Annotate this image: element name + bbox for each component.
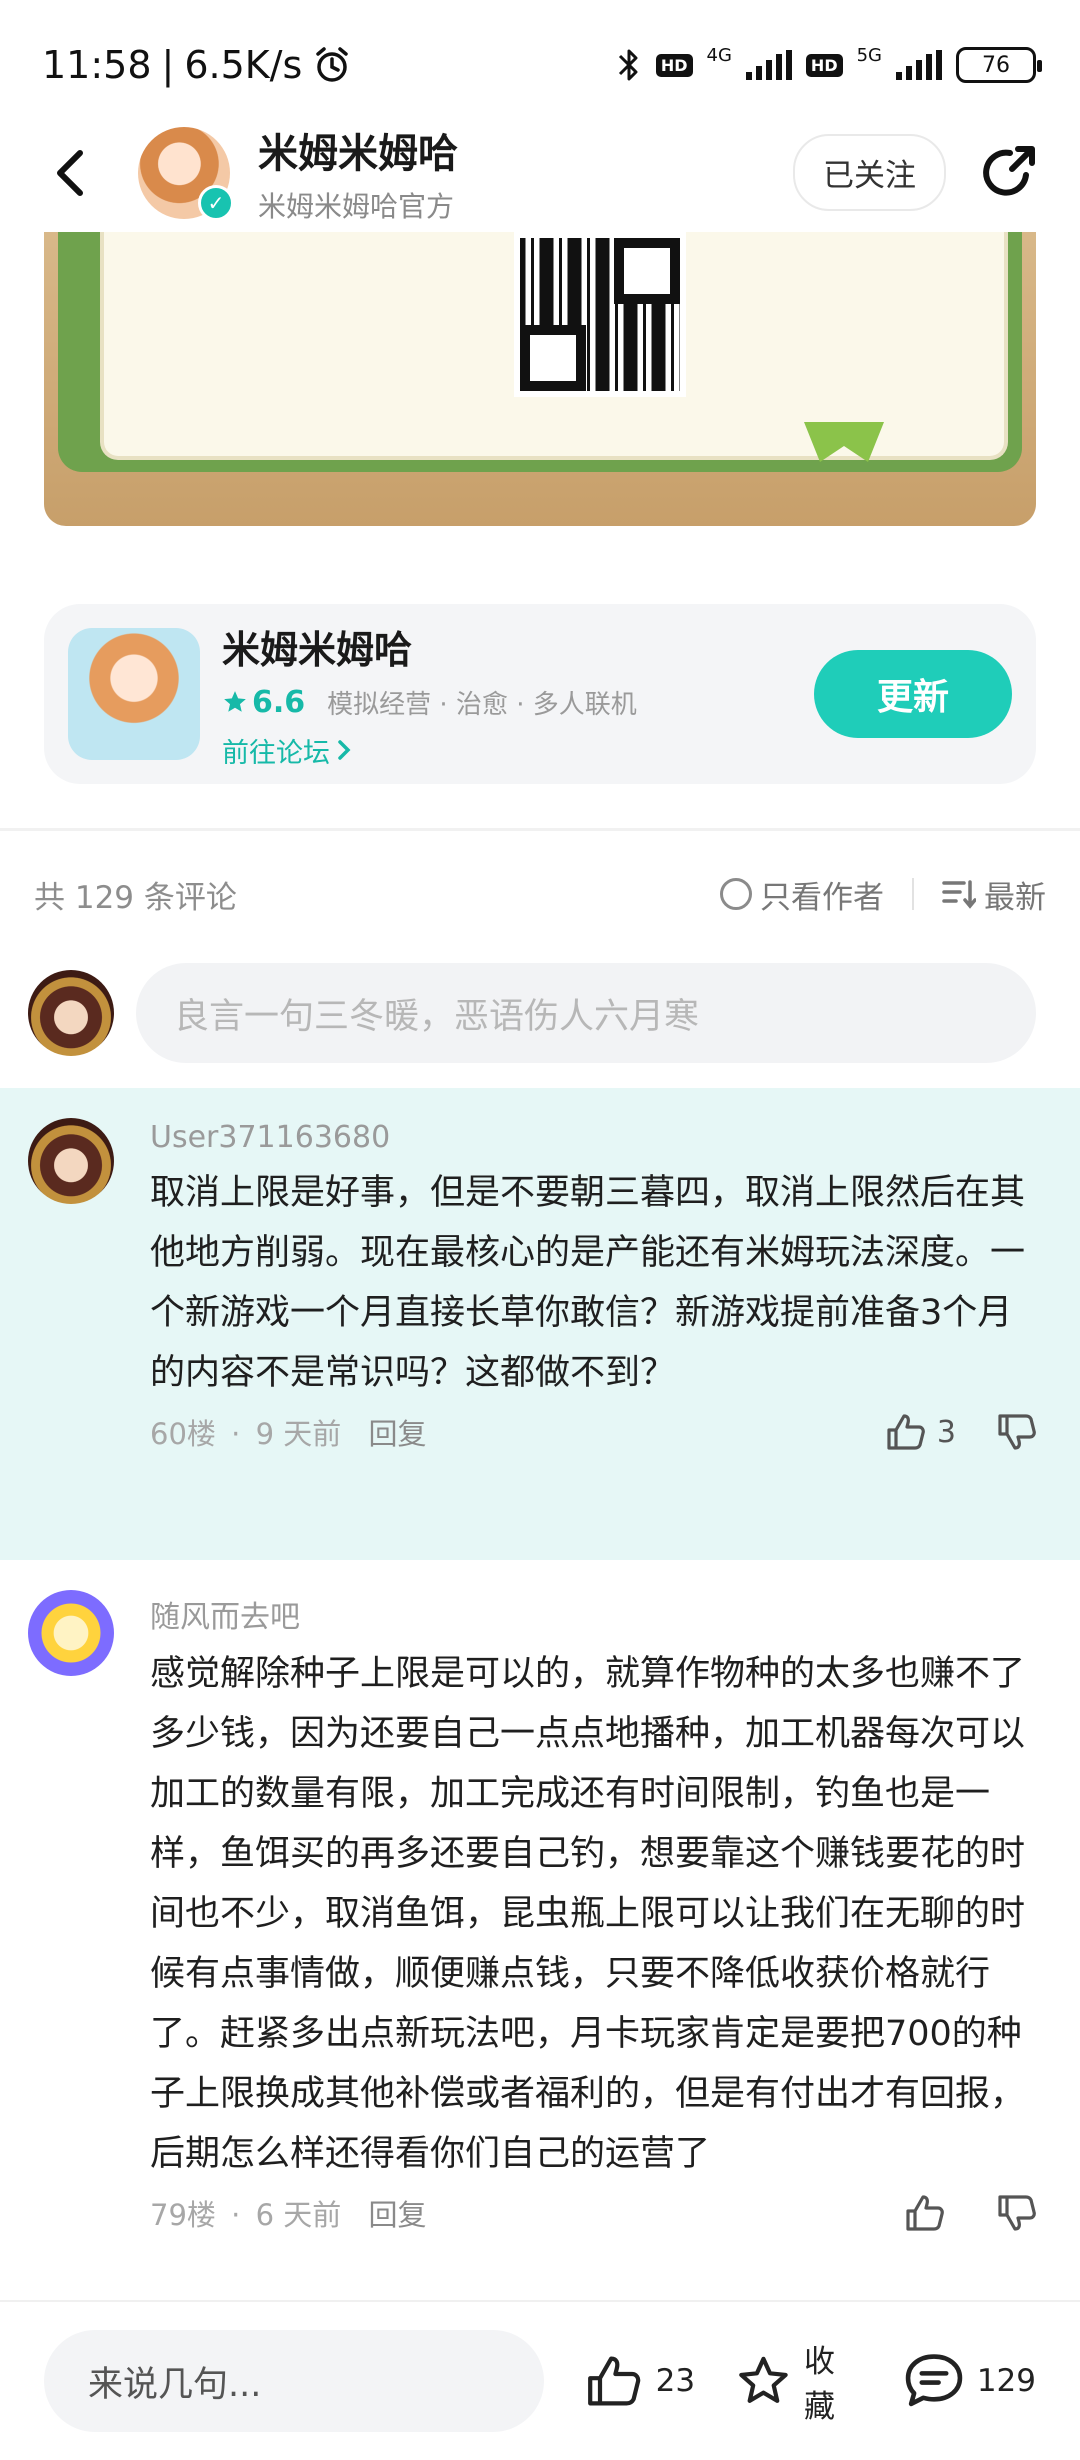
like-count: 3 <box>936 1414 956 1450</box>
filter-divider <box>912 878 914 910</box>
qr-code-image <box>514 232 686 397</box>
commenter-avatar[interactable] <box>28 1590 114 1676</box>
thumbs-up-icon <box>906 2195 944 2231</box>
author-only-toggle[interactable]: 只看作者 <box>720 872 884 917</box>
comment-floor: 79楼 <box>150 2198 216 2232</box>
app-icon <box>68 628 200 760</box>
status-speed: 6.5K/s <box>184 43 303 87</box>
thumbs-up-icon <box>587 2356 640 2406</box>
app-rating: 6.6 <box>222 685 305 720</box>
bookmark-decoration <box>804 422 884 462</box>
network-type-2: 5G <box>856 44 882 66</box>
comment-footer: 60楼 · 9 天前 回复 3 <box>150 1411 1038 1453</box>
forum-link[interactable]: 前往论坛 <box>222 731 814 770</box>
status-time: 11:58 <box>42 43 152 87</box>
bottom-actions: 23 收藏 129 <box>584 2336 1036 2426</box>
thumbs-down-icon[interactable] <box>996 1412 1038 1452</box>
thumbs-down-icon[interactable] <box>996 2193 1038 2233</box>
back-arrow-icon <box>57 149 83 196</box>
alarm-icon <box>316 47 349 82</box>
comment-meta: 79楼 · 6 天前 回复 <box>150 2198 427 2232</box>
comments-header: 共 129 条评论 只看作者 最新 <box>34 866 1046 922</box>
signal-bars-icon <box>745 50 792 80</box>
comment-time: 6 天前 <box>255 2198 342 2232</box>
comment-filters: 只看作者 最新 <box>720 872 1046 917</box>
favorite-button[interactable]: 收藏 <box>735 2336 863 2426</box>
comment-count: 共 129 条评论 <box>34 879 237 916</box>
like-button[interactable]: 3 <box>885 1412 956 1452</box>
post-detail-page: 11:58 | 6.5K/s HD 4G HD 5G 76 ✓ 米姆米姆哈 米姆… <box>0 0 1080 2460</box>
account-name: 米姆米姆哈 <box>258 130 458 177</box>
radio-circle-icon <box>720 878 752 910</box>
comment-bubble-icon <box>905 2354 963 2407</box>
forum-link-label: 前往论坛 <box>222 737 330 769</box>
comment-footer: 79楼 · 6 天前 回复 <box>150 2192 1038 2234</box>
thumbs-up-icon <box>887 1414 925 1450</box>
battery-indicator: 76 <box>956 47 1042 83</box>
comment-text: 感觉解除种子上限是可以的，就算作物种的太多也赚不了多少钱，因为还要自己一点点地播… <box>150 1654 1026 2174</box>
comment-item[interactable]: User371163680 取消上限是好事，但是不要朝三暮四，取消上限然后在其他… <box>0 1088 1080 1560</box>
like-button[interactable] <box>904 2193 956 2233</box>
status-right: HD 4G HD 5G 76 <box>616 44 1042 84</box>
account-avatar[interactable]: ✓ <box>138 126 234 221</box>
bottom-comment-input[interactable]: 来说几句... <box>44 2330 544 2432</box>
comment-meta: 60楼 · 9 天前 回复 <box>150 1417 427 1451</box>
header: ✓ 米姆米姆哈 米姆米姆哈官方 已关注 <box>0 110 1080 235</box>
account-subtitle: 米姆米姆哈官方 <box>258 189 455 223</box>
comment-input[interactable]: 良言一句三冬暖，恶语伤人六月寒 <box>136 963 1036 1063</box>
comment-actions <box>904 2193 1038 2233</box>
share-icon[interactable] <box>976 141 1040 205</box>
account-info[interactable]: 米姆米姆哈 米姆米姆哈官方 <box>258 121 793 225</box>
post-image[interactable] <box>44 232 1036 526</box>
commenter-name[interactable]: 随风而去吧 <box>150 1592 1038 1636</box>
back-button[interactable] <box>40 143 100 203</box>
app-meta: 6.6 模拟经营 · 治愈 · 多人联机 <box>222 684 814 721</box>
app-rating-value: 6.6 <box>252 684 306 720</box>
bluetooth-icon <box>618 49 638 81</box>
comments-button[interactable]: 129 <box>903 2352 1036 2410</box>
comment-time: 9 天前 <box>255 1417 342 1451</box>
verified-badge-icon: ✓ <box>198 184 234 221</box>
comment-text: 取消上限是好事，但是不要朝三暮四，取消上限然后在其他地方削弱。现在最核心的是产能… <box>150 1173 1026 1393</box>
post-like-button[interactable]: 23 <box>584 2353 695 2409</box>
comment-item[interactable]: 随风而去吧 感觉解除种子上限是可以的，就算作物种的太多也赚不了多少钱，因为还要自… <box>0 1560 1080 2300</box>
favorite-label: 收藏 <box>804 2344 836 2425</box>
sort-icon <box>942 880 976 909</box>
comment-composer: 良言一句三冬暖，恶语伤人六月寒 <box>28 958 1036 1068</box>
sort-toggle[interactable]: 最新 <box>942 872 1046 917</box>
bottom-action-bar: 来说几句... 23 收藏 129 <box>0 2300 1080 2460</box>
app-name: 米姆米姆哈 <box>222 627 413 672</box>
my-avatar[interactable] <box>28 970 114 1056</box>
comment-actions: 3 <box>885 1412 1038 1452</box>
status-separator: | <box>161 43 175 87</box>
status-left: 11:58 | 6.5K/s <box>42 43 352 87</box>
commenter-name[interactable]: User371163680 <box>150 1120 1038 1155</box>
hd-badge: HD <box>655 53 693 77</box>
app-card[interactable]: 米姆米姆哈 6.6 模拟经营 · 治愈 · 多人联机 前往论坛 更新 <box>44 604 1036 784</box>
app-info: 米姆米姆哈 6.6 模拟经营 · 治愈 · 多人联机 前往论坛 <box>222 619 814 770</box>
comments-count: 129 <box>976 2363 1036 2399</box>
post-image-frame <box>58 232 1022 472</box>
comment-floor: 60楼 <box>150 1417 216 1451</box>
update-button[interactable]: 更新 <box>814 650 1012 738</box>
app-tags: 模拟经营 · 治愈 · 多人联机 <box>327 689 637 720</box>
post-image-paper <box>100 232 1008 462</box>
reply-button[interactable]: 回复 <box>368 1417 426 1451</box>
commenter-avatar[interactable] <box>28 1118 114 1204</box>
network-type-1: 4G <box>706 44 732 66</box>
follow-button[interactable]: 已关注 <box>793 134 946 211</box>
star-icon <box>224 691 246 712</box>
section-divider <box>0 828 1080 831</box>
chevron-right-icon <box>338 740 351 760</box>
signal-bars-icon-2 <box>896 50 942 80</box>
hd-badge-2: HD <box>805 53 843 77</box>
post-like-count: 23 <box>655 2363 696 2399</box>
star-outline-icon <box>739 2356 788 2403</box>
reply-button[interactable]: 回复 <box>368 2198 426 2232</box>
author-only-label: 只看作者 <box>760 879 884 916</box>
sort-label: 最新 <box>984 879 1046 916</box>
